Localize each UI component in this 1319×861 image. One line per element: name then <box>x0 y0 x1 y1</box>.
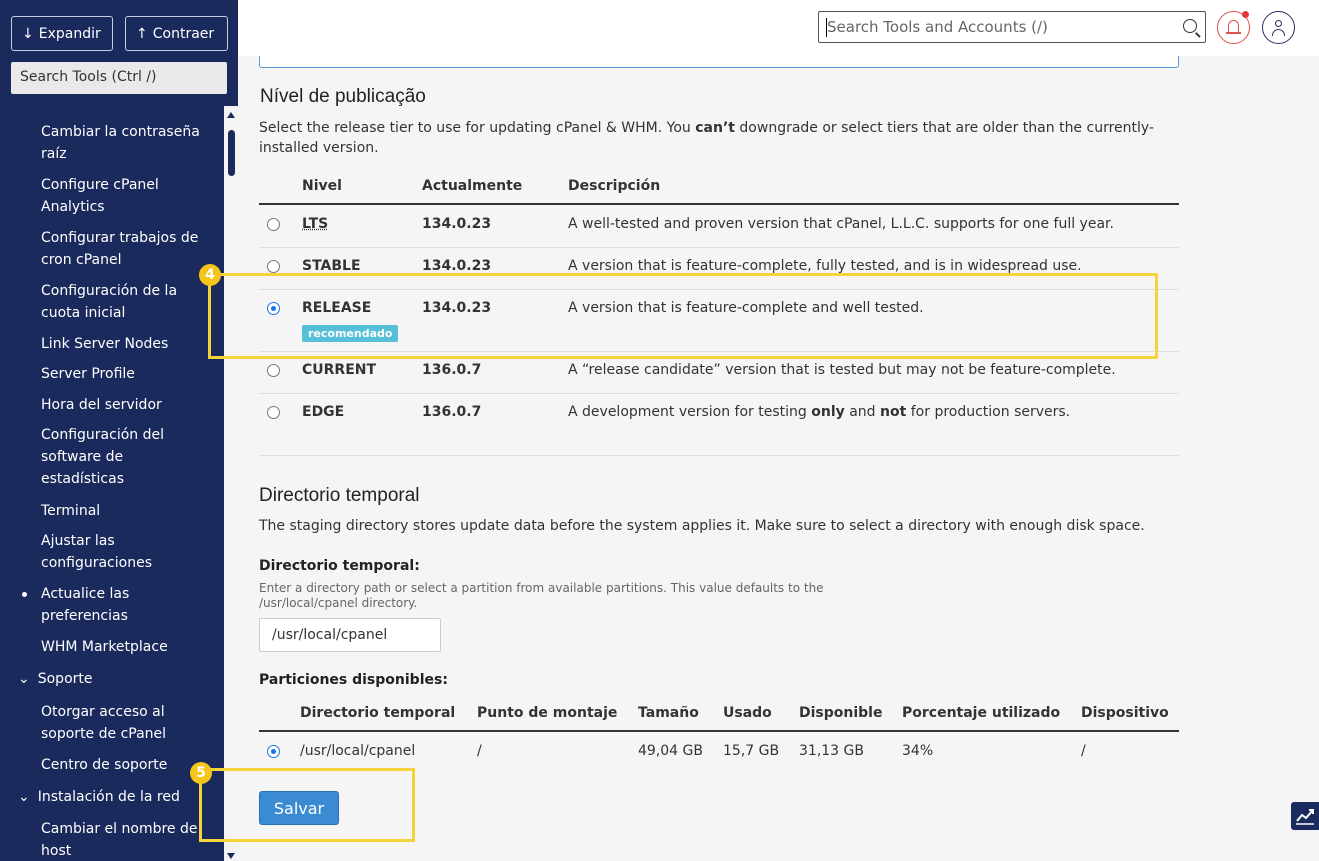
tier-name: STABLE <box>302 258 361 274</box>
callout-box-5 <box>199 768 415 842</box>
staging-description: The staging directory stores update data… <box>259 518 1145 534</box>
tier-description: A “release candidate” version that is te… <box>568 362 1116 378</box>
tier-version: 134.0.23 <box>422 258 492 274</box>
sidebar-scrollbar[interactable] <box>224 106 238 861</box>
tier-name: EDGE <box>302 404 345 420</box>
partitions-label: Particiones disponibles: <box>259 672 448 688</box>
radio-current[interactable] <box>267 364 280 377</box>
tier-description: A well-tested and proven version that cP… <box>568 216 1114 232</box>
section-label: Soporte <box>37 671 93 687</box>
partition-radio[interactable] <box>267 745 280 758</box>
text-caret <box>826 18 827 37</box>
staging-section-title: Directorio temporal <box>259 485 420 506</box>
sidebar-item[interactable]: Server Profile <box>41 363 211 385</box>
col-header-used: Usado <box>723 705 772 721</box>
sidebar-item[interactable]: Configurar trabajos de cron cPanel <box>41 227 211 271</box>
active-bullet-icon <box>22 592 27 597</box>
col-header-tier: Nivel <box>302 178 342 194</box>
callout-number-5: 5 <box>190 762 212 784</box>
arrow-up-icon: ↑ <box>136 25 148 42</box>
staging-field-label: Directorio temporal: <box>259 558 420 574</box>
sidebar-item[interactable]: Terminal <box>41 500 211 522</box>
col-header-percent: Porcentaje utilizado <box>902 705 1061 721</box>
tier-name: LTS <box>302 216 329 232</box>
col-header-current: Actualmente <box>422 178 523 194</box>
staging-directory-input[interactable]: /usr/local/cpanel <box>259 618 441 652</box>
col-header-device: Dispositivo <box>1081 705 1169 721</box>
user-account-icon[interactable] <box>1262 11 1295 44</box>
sidebar-item[interactable]: Otorgar acceso al soporte de cPanel <box>41 701 211 745</box>
tier-version: 136.0.7 <box>422 404 482 420</box>
sidebar-item[interactable]: Configuración del software de estadístic… <box>41 424 176 490</box>
sidebar-item[interactable]: Ajustar las configuraciones <box>41 530 161 574</box>
top-header: Search Tools and Accounts (/) <box>238 0 1319 56</box>
col-header-size: Tamaño <box>638 705 699 721</box>
chevron-down-icon: ⌄ <box>18 671 30 687</box>
sidebar-item[interactable]: Centro de soporte <box>41 754 211 776</box>
scroll-down-icon[interactable] <box>227 853 235 859</box>
sidebar-item[interactable]: WHM Marketplace <box>41 636 211 658</box>
partition-available: 31,13 GB <box>799 743 864 759</box>
notifications-bell-icon[interactable] <box>1217 11 1250 44</box>
tier-description: A version that is feature-complete, full… <box>568 258 1082 274</box>
scrollbar-thumb[interactable] <box>228 130 235 176</box>
partition-dir: /usr/local/cpanel <box>300 743 416 759</box>
expand-label: Expandir <box>38 25 101 42</box>
main-content: Nível de publicação Select the release t… <box>238 56 1319 861</box>
release-section-title: Nível de publicação <box>260 86 426 107</box>
col-header-mount: Punto de montaje <box>477 705 618 721</box>
radio-edge[interactable] <box>267 406 280 419</box>
sidebar-section-network[interactable]: ⌄ Instalación de la red <box>18 786 180 808</box>
callout-number-4: 4 <box>199 264 221 286</box>
partition-used: 15,7 GB <box>723 743 780 759</box>
chevron-down-icon: ⌄ <box>18 789 30 805</box>
sidebar-item[interactable]: Hora del servidor <box>41 394 211 416</box>
partition-device: / <box>1081 743 1086 759</box>
sidebar-item[interactable]: Configuración de la cuota inicial <box>41 280 211 324</box>
partition-size: 49,04 GB <box>638 743 703 759</box>
analytics-chart-icon[interactable] <box>1291 802 1319 830</box>
sidebar-item[interactable]: Configure cPanel Analytics <box>41 174 211 218</box>
collapse-label: Contraer <box>152 25 215 42</box>
sidebar-section-support[interactable]: ⌄ Soporte <box>18 668 93 690</box>
expand-button[interactable]: ↓ Expandir <box>11 16 113 51</box>
tier-version: 134.0.23 <box>422 216 492 232</box>
staging-field-hint: Enter a directory path or select a parti… <box>259 581 824 610</box>
sidebar-item[interactable]: Cambiar el nombre de host <box>41 818 211 861</box>
search-icon[interactable] <box>1183 19 1197 33</box>
tier-description: A development version for testing only a… <box>568 404 1071 420</box>
section-label: Instalación de la red <box>37 789 180 805</box>
scroll-up-icon[interactable] <box>227 112 235 118</box>
partition-percent: 34% <box>902 743 934 759</box>
sidebar: ↓ Expandir ↑ Contraer Search Tools (Ctrl… <box>0 0 238 861</box>
radio-lts[interactable] <box>267 218 280 231</box>
release-description: Select the release tier to use for updat… <box>259 120 1154 156</box>
col-header-dir: Directorio temporal <box>300 705 456 721</box>
collapse-button[interactable]: ↑ Contraer <box>125 16 228 51</box>
sidebar-item-active[interactable]: Actualice las preferencias <box>41 583 151 627</box>
col-header-description: Descripción <box>568 178 661 194</box>
tier-name: CURRENT <box>302 362 377 378</box>
sidebar-item[interactable]: Link Server Nodes <box>41 333 211 355</box>
partition-mount: / <box>477 743 482 759</box>
notification-dot <box>1242 11 1249 18</box>
search-placeholder: Search Tools and Accounts (/) <box>827 18 1048 36</box>
sidebar-search-input[interactable]: Search Tools (Ctrl /) <box>11 62 227 94</box>
col-header-available: Disponible <box>799 705 883 721</box>
tier-version: 136.0.7 <box>422 362 482 378</box>
previous-panel-edge <box>259 56 1179 68</box>
callout-box-4 <box>208 273 1158 359</box>
global-search-input[interactable]: Search Tools and Accounts (/) <box>818 11 1206 43</box>
arrow-down-icon: ↓ <box>22 25 34 42</box>
radio-stable[interactable] <box>267 260 280 273</box>
sidebar-item[interactable]: Cambiar la contraseña raíz <box>41 121 211 165</box>
